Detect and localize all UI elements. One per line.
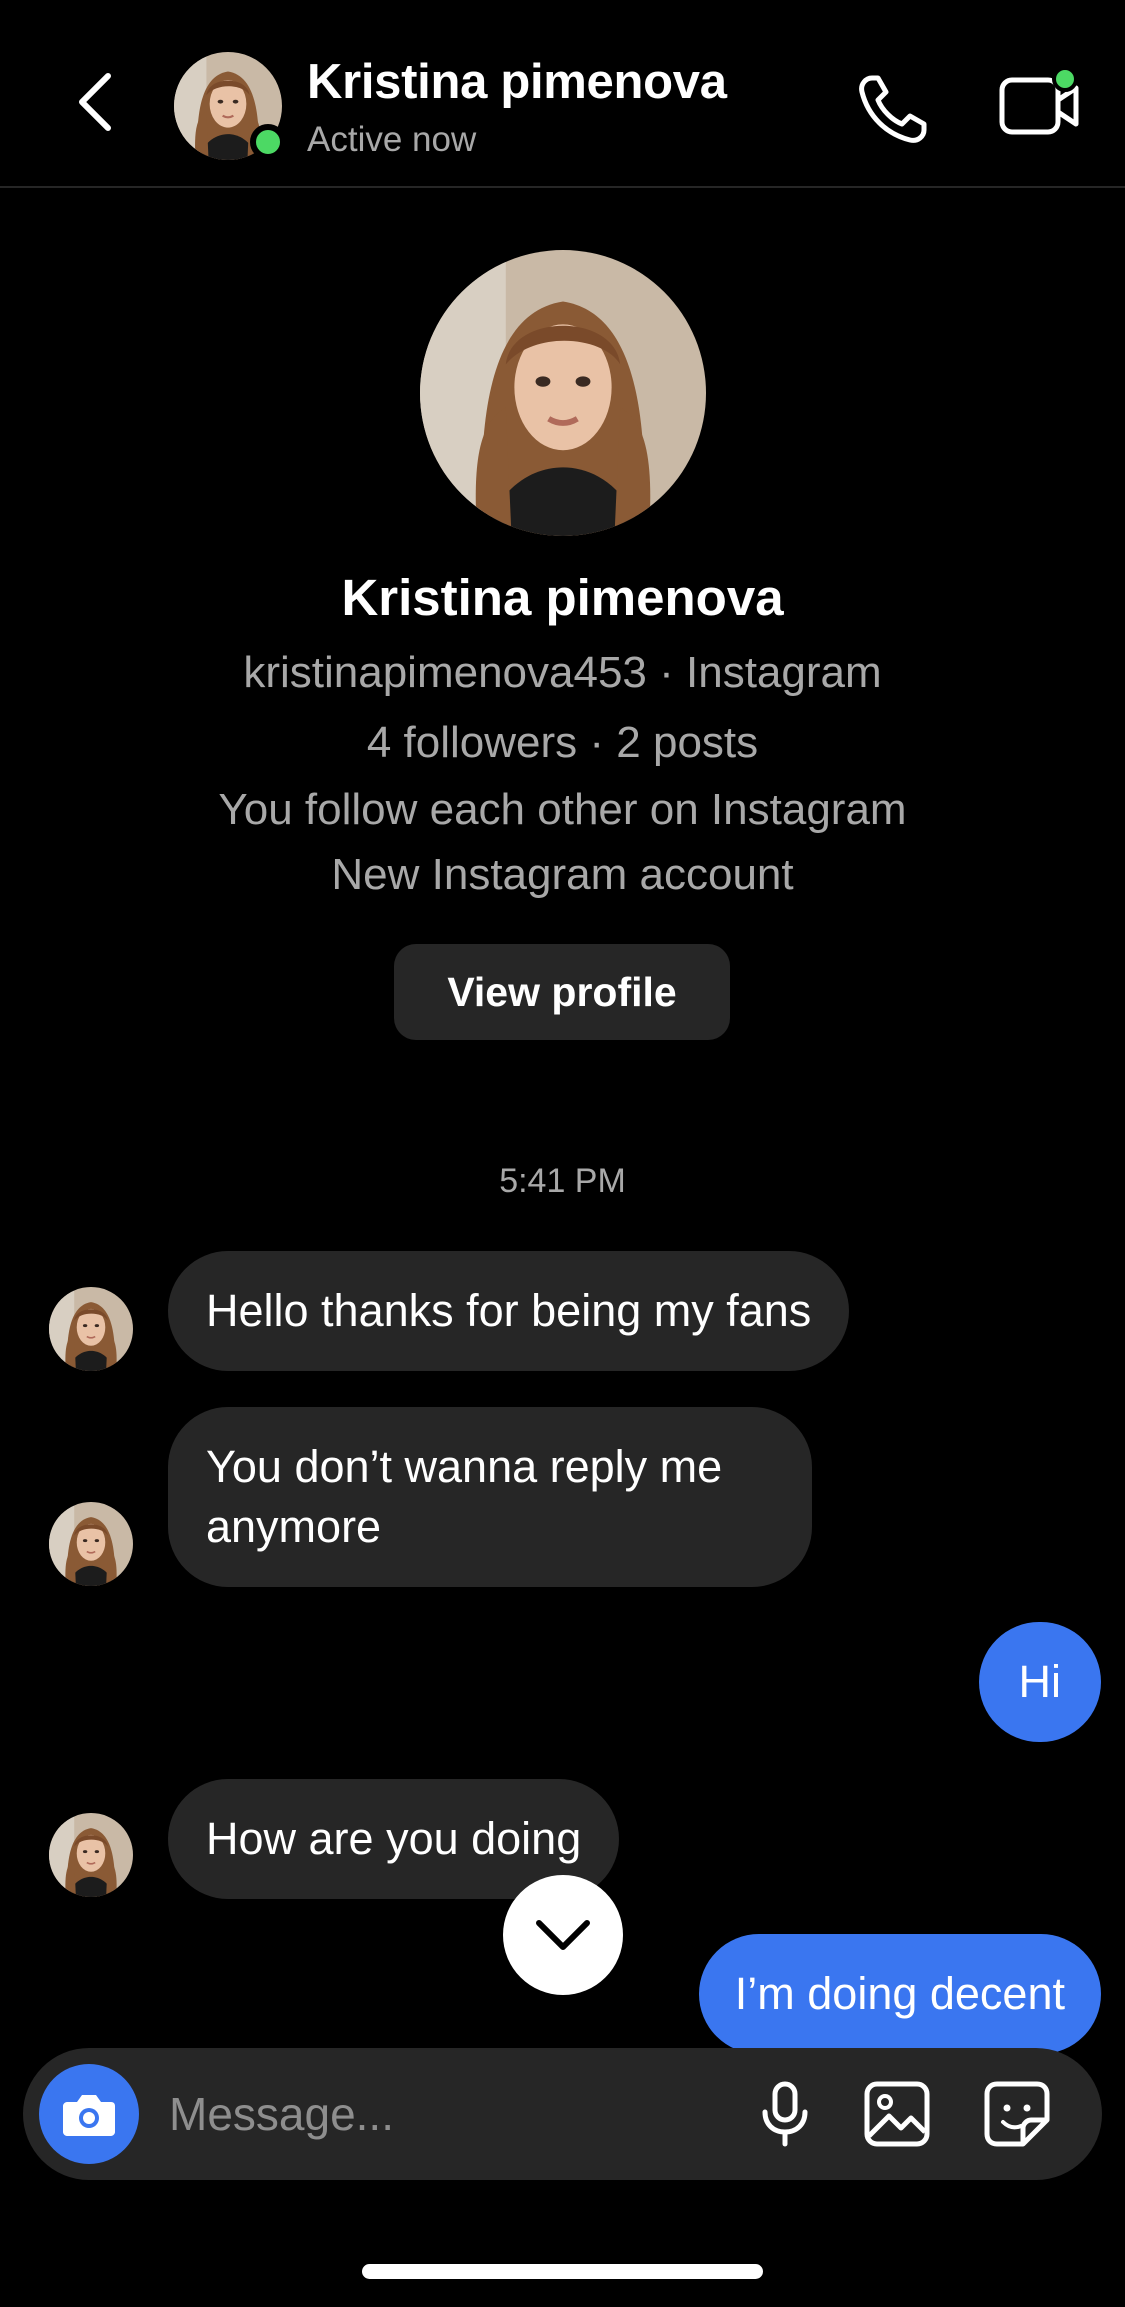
audio-call-button[interactable] <box>852 70 932 150</box>
chevron-left-icon <box>79 73 111 131</box>
microphone-icon <box>762 2081 808 2147</box>
profile-avatar[interactable] <box>420 250 706 536</box>
sender-avatar[interactable] <box>49 1502 133 1586</box>
message-timestamp: 5:41 PM <box>499 1162 626 1200</box>
profile-stats: 4 followers · 2 posts <box>366 718 759 767</box>
message-bubble-outgoing[interactable]: I’m doing decent <box>698 1934 1101 2054</box>
chat-header: Kristina pimenova Active now <box>0 0 1125 188</box>
message-input[interactable] <box>169 2078 729 2150</box>
sticker-button[interactable] <box>981 2078 1053 2150</box>
profile-account-note: New Instagram account <box>331 850 794 899</box>
profile-username: kristinapimenova453 · Instagram <box>243 648 882 697</box>
message-bubble-incoming[interactable]: Hello thanks for being my fans <box>168 1251 850 1371</box>
sticker-icon <box>984 2081 1050 2147</box>
header-avatar[interactable] <box>174 52 286 160</box>
message-bubble-outgoing[interactable]: Hi <box>978 1622 1101 1742</box>
active-status: Active now <box>307 120 477 159</box>
message-composer <box>23 2048 1102 2180</box>
video-active-dot <box>1052 66 1078 92</box>
camera-button[interactable] <box>39 2064 139 2164</box>
phone-icon <box>859 75 927 143</box>
message-bubble-incoming[interactable]: You don’t wanna reply me anymore <box>168 1407 812 1587</box>
gallery-button[interactable] <box>861 2078 933 2150</box>
chevron-down-icon <box>536 1920 590 1950</box>
image-icon <box>864 2081 930 2147</box>
contact-name[interactable]: Kristina pimenova <box>307 54 727 110</box>
sender-avatar[interactable] <box>49 1813 133 1897</box>
scroll-to-bottom-button[interactable] <box>503 1875 623 1995</box>
home-indicator[interactable] <box>362 2264 763 2279</box>
online-indicator <box>250 124 286 160</box>
sender-avatar[interactable] <box>49 1287 133 1371</box>
profile-mutual-follow: You follow each other on Instagram <box>218 785 907 834</box>
view-profile-button[interactable]: View profile <box>394 944 730 1040</box>
profile-name: Kristina pimenova <box>341 569 784 626</box>
camera-icon <box>63 2095 115 2136</box>
back-button[interactable] <box>62 62 126 142</box>
voice-message-button[interactable] <box>749 2078 821 2150</box>
